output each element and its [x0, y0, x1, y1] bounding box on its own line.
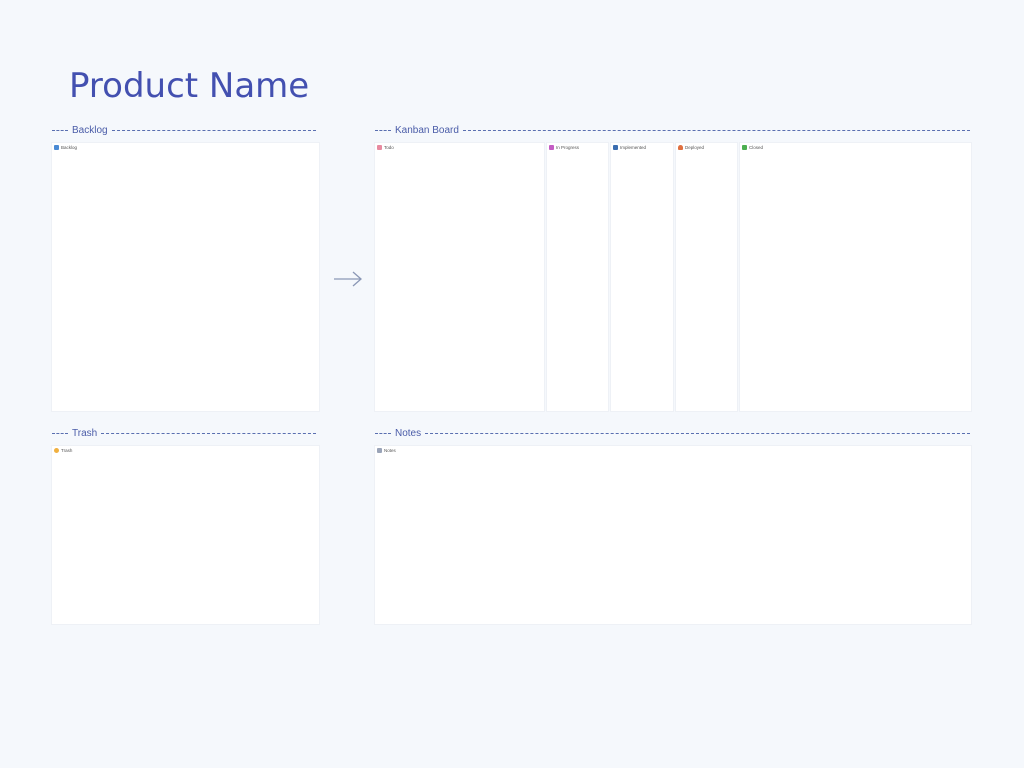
kanban-column-deployed[interactable]: Deployed: [676, 143, 737, 411]
kanban-column-label: In Progress: [556, 145, 580, 150]
dash-line: [375, 129, 391, 131]
dash-line: [462, 129, 970, 131]
section-label-text: Backlog: [72, 124, 108, 136]
kanban-column-header: Deployed: [678, 145, 704, 150]
section-label-trash: Trash: [52, 426, 316, 440]
backlog-header-label: Backlog: [61, 145, 78, 150]
section-label-kanban: Kanban Board: [375, 123, 970, 137]
kanban-column-label: Implemented: [620, 145, 647, 150]
dash-line: [52, 129, 68, 131]
kanban-column-label: Closed: [749, 145, 764, 150]
notes-header: Notes: [377, 448, 396, 453]
person-icon: [678, 145, 683, 150]
kanban-column-header: Todo: [377, 145, 394, 150]
folder-icon: [54, 145, 59, 150]
trash-header: Trash: [54, 448, 72, 453]
trash-icon: [54, 448, 59, 453]
kanban-column-label: Todo: [384, 145, 394, 150]
section-label-notes: Notes: [375, 426, 970, 440]
dash-line: [111, 129, 316, 131]
kanban-column-label: Deployed: [685, 145, 705, 150]
todo-icon: [377, 145, 382, 150]
backlog-panel[interactable]: Backlog: [52, 143, 319, 411]
backlog-header: Backlog: [54, 145, 77, 150]
kanban-column-closed[interactable]: Closed: [740, 143, 971, 411]
kanban-column-implemented[interactable]: Implemented: [611, 143, 673, 411]
kanban-column-in-progress[interactable]: In Progress: [547, 143, 608, 411]
section-label-backlog: Backlog: [52, 123, 316, 137]
notes-icon: [377, 448, 382, 453]
notes-header-label: Notes: [384, 448, 396, 453]
kanban-column-header: In Progress: [549, 145, 579, 150]
page: Product Name Backlog Kanban Board Backlo…: [0, 0, 1024, 768]
kanban-column-todo[interactable]: Todo: [375, 143, 544, 411]
section-label-text: Notes: [395, 427, 422, 439]
dash-line: [101, 432, 316, 434]
trash-panel[interactable]: Trash: [52, 446, 319, 624]
trash-header-label: Trash: [61, 448, 73, 453]
notes-panel[interactable]: Notes: [375, 446, 971, 624]
chart-icon: [613, 145, 618, 150]
dash-line: [425, 432, 970, 434]
check-icon: [742, 145, 747, 150]
section-label-text: Trash: [72, 427, 98, 439]
rocket-icon: [549, 145, 554, 150]
dash-line: [375, 432, 391, 434]
kanban-column-header: Implemented: [613, 145, 646, 150]
dash-line: [52, 432, 68, 434]
kanban-column-header: Closed: [742, 145, 763, 150]
section-label-text: Kanban Board: [395, 124, 459, 136]
arrow-right-icon: [334, 271, 362, 287]
page-title: Product Name: [69, 66, 310, 106]
